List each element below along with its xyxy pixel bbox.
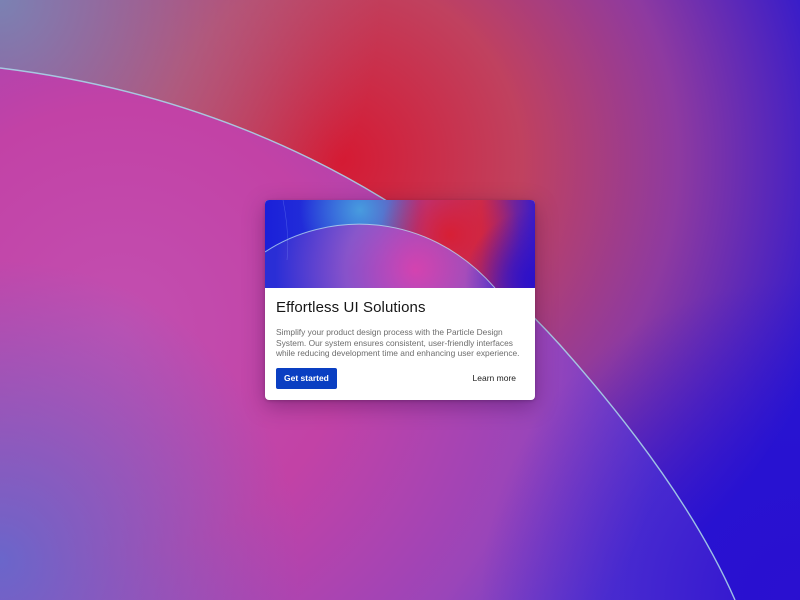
card-hero-image (265, 200, 535, 288)
learn-more-button[interactable]: Learn more (473, 368, 516, 389)
promo-card: Effortless UI Solutions Simplify your pr… (265, 200, 535, 400)
hero-gradient-graphic (265, 200, 535, 288)
card-actions: Get started Learn more (276, 368, 524, 389)
get-started-button[interactable]: Get started (276, 368, 337, 389)
card-title: Effortless UI Solutions (276, 299, 426, 316)
card-description: Simplify your product design process wit… (276, 327, 520, 359)
card-body: Effortless UI Solutions Simplify your pr… (276, 299, 526, 359)
